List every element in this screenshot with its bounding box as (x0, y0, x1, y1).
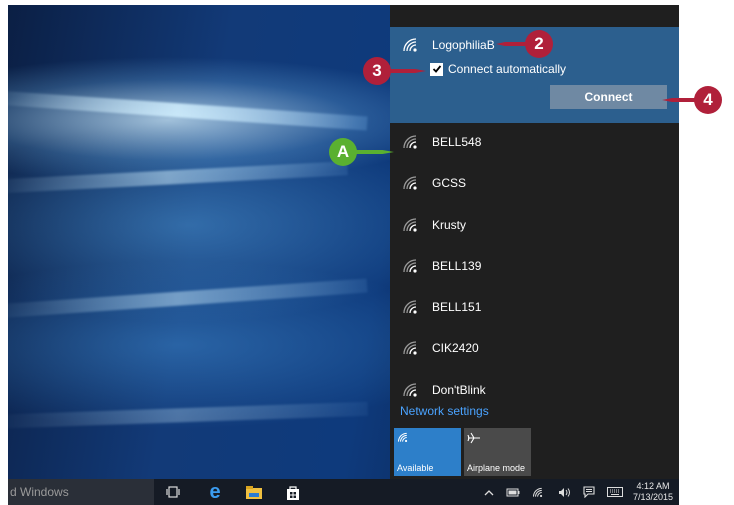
network-item[interactable]: BELL548 (390, 122, 679, 162)
taskbar: d Windows e 4:12 AM 7/13/2015 (8, 479, 679, 505)
action-center-icon[interactable] (583, 486, 595, 498)
connect-button[interactable]: Connect (550, 85, 667, 109)
wifi-icon (403, 300, 417, 314)
task-view-icon[interactable] (160, 479, 186, 505)
airplane-mode-tile[interactable]: Airplane mode (464, 428, 531, 476)
wifi-icon (403, 135, 417, 149)
network-flyout: LogophiliaB Connect automatically Connec… (390, 5, 679, 479)
callout-4: 4 (694, 86, 722, 114)
network-name: CIK2420 (432, 341, 479, 355)
wifi-toggle-tile[interactable]: Available (394, 428, 461, 476)
network-name: LogophiliaB (432, 38, 495, 52)
network-item[interactable]: Krusty (390, 205, 679, 245)
file-explorer-icon[interactable] (241, 479, 267, 505)
wifi-icon (403, 176, 417, 190)
wallpaper-beam (8, 278, 368, 319)
network-name: BELL139 (432, 259, 482, 273)
airplane-tile-label: Airplane mode (467, 463, 526, 473)
network-name: Don'tBlink (432, 383, 486, 397)
clock-time: 4:12 AM (636, 481, 670, 491)
chevron-up-icon[interactable] (484, 489, 494, 496)
wifi-icon (397, 432, 408, 443)
network-item[interactable]: GCSS (390, 163, 679, 203)
network-name: Krusty (432, 218, 467, 232)
desktop-screen: LogophiliaB Connect automatically Connec… (8, 5, 679, 505)
checkmark-icon (432, 65, 441, 73)
callout-3: 3 (363, 57, 391, 85)
keyboard-icon[interactable] (606, 487, 623, 497)
airplane-icon (467, 432, 480, 444)
network-name: GCSS (432, 176, 467, 190)
battery-icon[interactable] (506, 488, 520, 497)
wallpaper-beam (8, 161, 348, 194)
volume-icon[interactable] (558, 487, 571, 498)
wifi-icon (403, 383, 417, 397)
callout-2: 2 (525, 30, 553, 58)
clock[interactable]: 4:12 AM 7/13/2015 (633, 481, 673, 503)
wifi-icon (403, 218, 417, 232)
connect-automatically-label: Connect automatically (448, 62, 567, 76)
network-name: BELL548 (432, 135, 482, 149)
wifi-icon (403, 38, 417, 52)
search-box[interactable]: d Windows (8, 479, 154, 505)
wifi-tile-label: Available (397, 463, 434, 473)
store-icon[interactable] (280, 479, 306, 505)
edge-icon[interactable]: e (202, 479, 228, 505)
network-settings-link[interactable]: Network settings (400, 404, 489, 418)
connect-automatically-option[interactable]: Connect automatically (430, 62, 566, 76)
connect-automatically-checkbox[interactable] (430, 62, 443, 76)
wallpaper-beam (8, 401, 369, 429)
network-item[interactable]: BELL151 (390, 287, 679, 327)
system-tray: 4:12 AM 7/13/2015 (478, 479, 679, 505)
wifi-icon (403, 341, 417, 355)
wifi-icon[interactable] (532, 487, 546, 498)
wallpaper-beam (8, 90, 368, 131)
network-name: BELL151 (432, 300, 482, 314)
network-item[interactable]: BELL139 (390, 246, 679, 286)
clock-date: 7/13/2015 (632, 492, 673, 502)
wifi-icon (403, 259, 417, 273)
network-item[interactable]: CIK2420 (390, 328, 679, 368)
callout-a: A (329, 138, 357, 166)
